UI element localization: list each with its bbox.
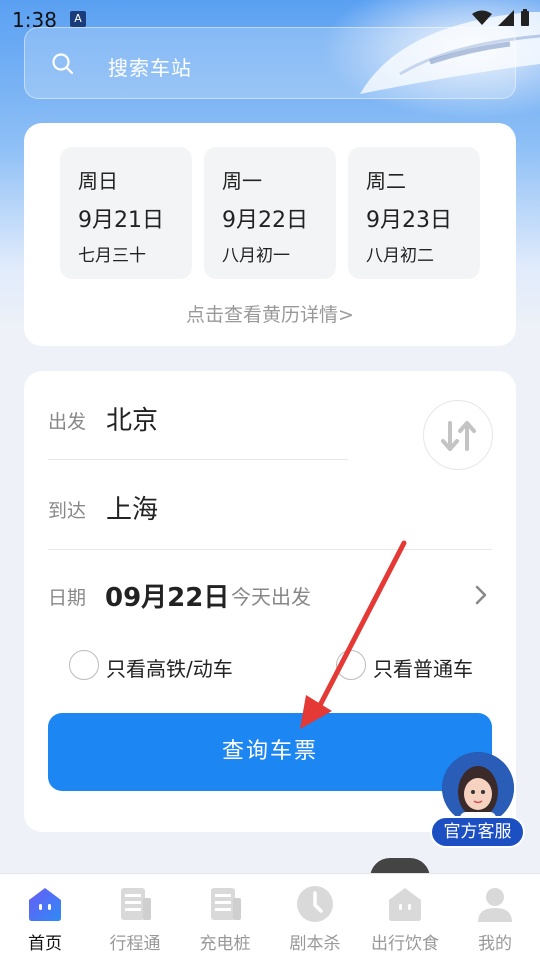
nav-label: 出行饮食 <box>371 934 439 954</box>
search-placeholder: 搜索车站 <box>108 56 192 80</box>
divider <box>48 549 492 550</box>
station-search-bar[interactable]: 搜索车站 <box>24 27 516 99</box>
day-date: 9月23日 <box>366 208 452 233</box>
status-icons <box>472 9 530 27</box>
swap-stations-button[interactable] <box>423 400 493 470</box>
nav-label: 剧本杀 <box>289 934 341 954</box>
nav-script-game[interactable]: 剧本杀 <box>270 874 360 960</box>
to-city[interactable]: 上海 <box>106 489 158 526</box>
nav-label: 首页 <box>28 934 62 954</box>
high-speed-only-label[interactable]: 只看高铁/动车 <box>106 653 233 682</box>
date-label: 日期 <box>48 587 87 609</box>
day-weekday: 周日 <box>78 169 118 193</box>
swap-arrows-icon <box>441 421 476 451</box>
bottom-navigation: 首页 行程通 充电桩 剧本杀 出行饮食 我的 <box>0 873 540 960</box>
day-date: 9月21日 <box>78 208 164 233</box>
divider <box>48 459 348 460</box>
signal-icon <box>498 10 514 26</box>
query-tickets-button[interactable]: 查询车票 <box>48 713 492 791</box>
day-lunar: 八月初一 <box>222 246 290 266</box>
calendar-card: 周日 9月21日 七月三十 周一 9月22日 八月初一 周二 9月23日 八月初… <box>24 123 516 346</box>
notification-app-icon: A <box>70 11 86 27</box>
to-label: 到达 <box>48 500 87 522</box>
charging-icon <box>211 888 241 920</box>
annotation-arrow-icon <box>300 540 407 729</box>
battery-icon <box>521 9 529 26</box>
from-city[interactable]: 北京 <box>106 400 158 437</box>
chevron-right-icon[interactable] <box>474 585 488 605</box>
wifi-icon <box>472 10 492 25</box>
home-icon <box>29 888 61 921</box>
customer-service-label: 官方客服 <box>430 816 525 848</box>
departure-date[interactable]: 09月22日 <box>105 577 229 614</box>
calendar-day[interactable]: 周二 9月23日 八月初二 <box>348 147 480 279</box>
nav-charging[interactable]: 充电桩 <box>180 874 270 960</box>
nav-label: 行程通 <box>109 934 161 954</box>
nav-label: 充电桩 <box>199 934 251 954</box>
day-weekday: 周二 <box>366 169 406 193</box>
calendar-day[interactable]: 周一 9月22日 八月初一 <box>204 147 336 279</box>
nav-food[interactable]: 出行饮食 <box>360 874 450 960</box>
nav-itinerary[interactable]: 行程通 <box>90 874 180 960</box>
day-date: 9月22日 <box>222 208 308 233</box>
day-lunar: 八月初二 <box>366 246 434 266</box>
search-icon <box>52 53 74 75</box>
itinerary-icon <box>121 888 151 920</box>
agent-avatar <box>442 752 514 824</box>
food-icon <box>389 888 421 921</box>
high-speed-only-checkbox[interactable] <box>69 650 99 680</box>
from-label: 出发 <box>48 411 87 433</box>
nav-profile[interactable]: 我的 <box>450 874 540 960</box>
day-lunar: 七月三十 <box>78 246 146 266</box>
day-weekday: 周一 <box>222 169 262 193</box>
nav-home[interactable]: 首页 <box>0 874 90 960</box>
profile-icon <box>478 888 512 922</box>
clock-icon <box>297 886 333 922</box>
nav-label: 我的 <box>478 934 512 954</box>
calendar-day[interactable]: 周日 9月21日 七月三十 <box>60 147 192 279</box>
customer-service-button[interactable]: 官方客服 <box>430 752 525 849</box>
almanac-details-link[interactable]: 点击查看黄历详情> <box>24 300 516 327</box>
